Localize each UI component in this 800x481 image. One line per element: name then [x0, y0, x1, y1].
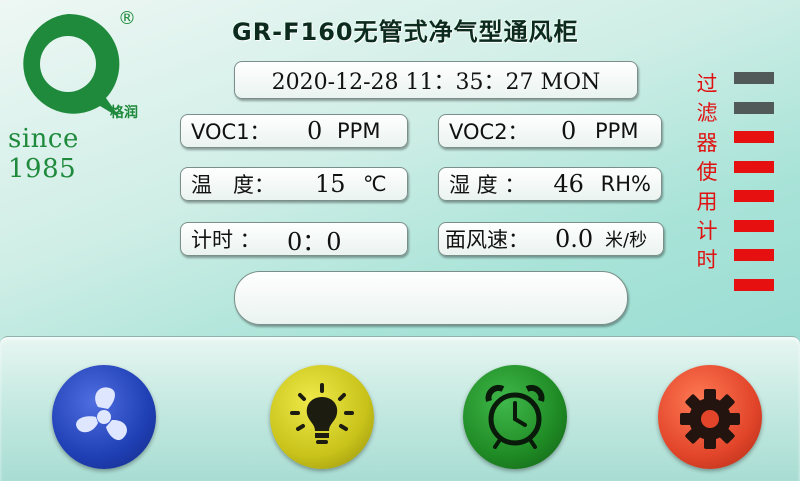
- filter-label-char: 计: [696, 219, 718, 244]
- humidity-label: 湿 度 ：: [449, 173, 526, 197]
- fan-icon: [76, 387, 127, 441]
- lightbulb-icon: [290, 383, 354, 444]
- voc2-unit: PPM: [595, 119, 639, 143]
- face-velocity-display: 面风速： 0.0 米/秒: [438, 222, 664, 256]
- filter-label-char: 滤: [696, 101, 718, 126]
- registered-mark: ®: [118, 8, 136, 29]
- voc2-label: VOC2：: [449, 120, 529, 144]
- filter-usage-bar: [734, 278, 774, 291]
- datetime-display: 2020-12-28 11：35：27 MON: [234, 61, 638, 99]
- light-button[interactable]: [270, 365, 374, 469]
- filter-usage-label: 过 滤 器 使 用 计 时: [692, 70, 722, 276]
- humidity-unit: RH%: [600, 172, 651, 196]
- timer-label: 计时 ：: [191, 228, 261, 252]
- logo-text: 格润: [110, 105, 138, 121]
- face-velocity-unit: 米/秒: [605, 230, 648, 251]
- face-velocity-label: 面风速：: [445, 228, 529, 252]
- filter-usage-bar: [734, 190, 774, 202]
- filter-usage-bars: [734, 72, 774, 308]
- timer-value: 0：0: [287, 227, 342, 256]
- alarm-button[interactable]: [463, 365, 567, 469]
- message-display: [234, 271, 628, 325]
- control-dock: [0, 336, 800, 481]
- voc1-unit: PPM: [337, 119, 381, 143]
- humidity-value: 46: [553, 170, 584, 198]
- filter-usage-bar: [734, 249, 774, 261]
- voc1-label: VOC1：: [191, 120, 271, 144]
- voc1-display: VOC1： 0 PPM: [180, 114, 408, 148]
- fan-button[interactable]: [52, 365, 156, 469]
- filter-label-char: 用: [696, 189, 718, 214]
- settings-button[interactable]: [658, 365, 762, 469]
- filter-usage-bar: [734, 131, 774, 143]
- page-title: GR-F160无管式净气型通风柜: [232, 18, 579, 46]
- filter-usage-bar: [734, 160, 774, 173]
- temperature-display: 温 度： 15 ℃: [180, 167, 408, 201]
- filter-label-char: 时: [696, 248, 718, 273]
- face-velocity-value: 0.0: [555, 225, 594, 253]
- temperature-value: 15: [315, 170, 346, 198]
- voc1-value: 0: [307, 117, 323, 145]
- humidity-display: 湿 度 ： 46 RH%: [438, 167, 662, 201]
- filter-usage-bar: [734, 72, 774, 84]
- filter-label-char: 过: [696, 72, 718, 96]
- gear-icon: [680, 389, 740, 449]
- temperature-unit: ℃: [363, 172, 387, 196]
- voc2-display: VOC2： 0 PPM: [438, 114, 662, 148]
- filter-usage-bar: [734, 101, 774, 114]
- filter-label-char: 使: [696, 160, 718, 185]
- filter-label-char: 器: [696, 130, 718, 155]
- since-text: since 1985: [8, 124, 79, 184]
- temperature-label: 温 度：: [191, 173, 275, 197]
- timer-display: 计时 ： 0：0: [180, 222, 408, 256]
- voc2-value: 0: [561, 117, 577, 145]
- brand-logo: ® 格润: [6, 6, 146, 126]
- filter-usage-bar: [734, 219, 774, 232]
- alarm-clock-icon: [485, 384, 545, 449]
